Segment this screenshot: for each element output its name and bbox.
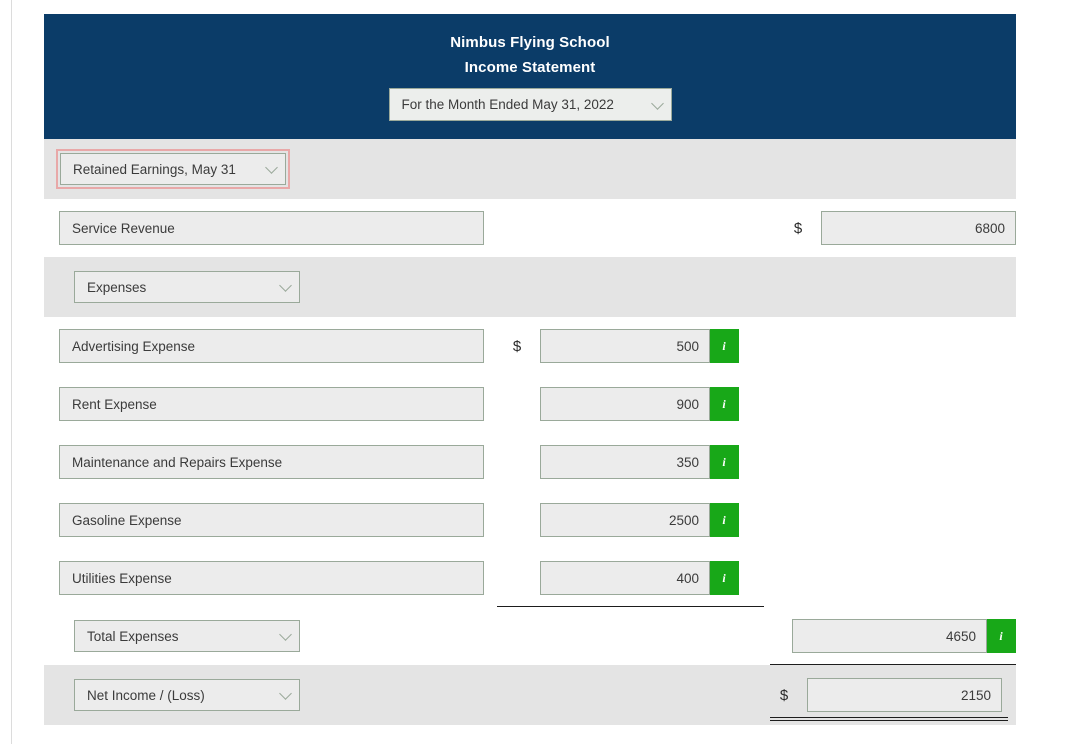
total-expenses-amount-group: 4650 i	[762, 619, 1016, 653]
service-revenue-account-input[interactable]: Service Revenue	[59, 211, 484, 245]
row-net-income-loss: Net Income / (Loss) $ 2150	[44, 664, 1016, 725]
expenses-section-select-label: Expenses	[87, 279, 147, 295]
advertising-expense-amount-group: $ 500 i	[510, 329, 739, 363]
row-gasoline-expense: Gasoline Expense 2500 i	[44, 491, 1016, 549]
net-income-double-rule	[770, 717, 1008, 721]
net-income-top-rule	[770, 664, 1016, 665]
period-select-wrap: For the Month Ended May 31, 2022	[44, 88, 1016, 121]
net-income-amount-wrap: 2150	[807, 678, 1002, 712]
gasoline-expense-amount-group: 2500 i	[510, 503, 739, 537]
info-icon[interactable]: i	[710, 329, 739, 363]
currency-symbol: $	[512, 337, 522, 355]
row-rent-expense: Rent Expense 900 i	[44, 375, 1016, 433]
info-icon[interactable]: i	[710, 387, 739, 421]
period-select[interactable]: For the Month Ended May 31, 2022	[388, 88, 672, 121]
income-statement-page: Nimbus Flying School Income Statement Fo…	[0, 0, 1066, 744]
chevron-down-icon	[279, 628, 292, 641]
utilities-expense-amount-group: 400 i	[510, 561, 739, 595]
service-revenue-amount-wrap: 6800	[821, 211, 1016, 245]
info-icon[interactable]: i	[710, 561, 739, 595]
chevron-down-icon	[279, 687, 292, 700]
total-expenses-select-label: Total Expenses	[87, 628, 179, 644]
chevron-down-icon	[650, 96, 664, 110]
net-income-amount-input[interactable]: 2150	[807, 678, 1002, 712]
expenses-section-select-wrap: Expenses	[74, 271, 300, 303]
chevron-down-icon	[279, 279, 292, 292]
statement-sheet: Nimbus Flying School Income Statement Fo…	[44, 14, 1016, 725]
page-left-divider	[11, 0, 12, 744]
row-expenses-section: Expenses	[44, 257, 1016, 317]
rent-expense-amount-wrap: 900 i	[540, 387, 739, 421]
gasoline-expense-account-input[interactable]: Gasoline Expense	[59, 503, 484, 537]
advertising-expense-amount-wrap: 500 i	[540, 329, 739, 363]
total-expenses-amount-wrap: 4650 i	[792, 619, 1016, 653]
statement-title: Income Statement	[464, 59, 596, 76]
expenses-section-select[interactable]: Expenses	[74, 271, 300, 303]
retained-earnings-select-wrap: Retained Earnings, May 31	[56, 149, 290, 189]
currency-symbol: $	[793, 219, 803, 237]
rent-expense-amount-input[interactable]: 900	[540, 387, 710, 421]
utilities-expense-amount-wrap: 400 i	[540, 561, 739, 595]
row-advertising-expense: Advertising Expense $ 500 i	[44, 317, 1016, 375]
advertising-expense-amount-input[interactable]: 500	[540, 329, 710, 363]
statement-header-banner: Nimbus Flying School Income Statement Fo…	[44, 14, 1016, 139]
retained-earnings-select-label: Retained Earnings, May 31	[73, 161, 236, 177]
utilities-expense-amount-input[interactable]: 400	[540, 561, 710, 595]
info-icon[interactable]: i	[987, 619, 1016, 653]
maintenance-and-repairs-expense-amount-input[interactable]: 350	[540, 445, 710, 479]
gasoline-expense-amount-input[interactable]: 2500	[540, 503, 710, 537]
net-income-loss-select-label: Net Income / (Loss)	[87, 687, 205, 703]
row-utilities-expense: Utilities Expense 400 i	[44, 549, 1016, 607]
service-revenue-amount-input[interactable]: 6800	[821, 211, 1016, 245]
row-retained-earnings: Retained Earnings, May 31	[44, 139, 1016, 199]
maintenance-and-repairs-expense-amount-wrap: 350 i	[540, 445, 739, 479]
service-revenue-amount-group: $ 6800	[791, 211, 1016, 245]
row-total-expenses: Total Expenses 4650 i	[44, 606, 1016, 665]
net-income-loss-select[interactable]: Net Income / (Loss)	[74, 679, 300, 711]
rent-expense-amount-group: 900 i	[510, 387, 739, 421]
utilities-expense-account-input[interactable]: Utilities Expense	[59, 561, 484, 595]
row-service-revenue: Service Revenue $ 6800	[44, 199, 1016, 257]
net-income-select-wrap: Net Income / (Loss)	[74, 679, 300, 711]
maintenance-and-repairs-expense-amount-group: 350 i	[510, 445, 739, 479]
total-expenses-select-wrap: Total Expenses	[74, 620, 300, 652]
retained-earnings-select[interactable]: Retained Earnings, May 31	[56, 149, 290, 189]
subtotal-rule	[497, 606, 764, 607]
net-income-amount-group: $ 2150	[777, 678, 1002, 712]
info-icon[interactable]: i	[710, 445, 739, 479]
rent-expense-account-input[interactable]: Rent Expense	[59, 387, 484, 421]
period-select-label: For the Month Ended May 31, 2022	[401, 97, 614, 112]
maintenance-and-repairs-expense-account-input[interactable]: Maintenance and Repairs Expense	[59, 445, 484, 479]
advertising-expense-account-input[interactable]: Advertising Expense	[59, 329, 484, 363]
total-expenses-select[interactable]: Total Expenses	[74, 620, 300, 652]
gasoline-expense-amount-wrap: 2500 i	[540, 503, 739, 537]
currency-symbol: $	[779, 686, 789, 704]
chevron-down-icon	[265, 161, 278, 174]
row-maintenance-and-repairs-expense: Maintenance and Repairs Expense 350 i	[44, 433, 1016, 491]
info-icon[interactable]: i	[710, 503, 739, 537]
company-name: Nimbus Flying School	[450, 34, 610, 51]
total-expenses-amount-input[interactable]: 4650	[792, 619, 987, 653]
